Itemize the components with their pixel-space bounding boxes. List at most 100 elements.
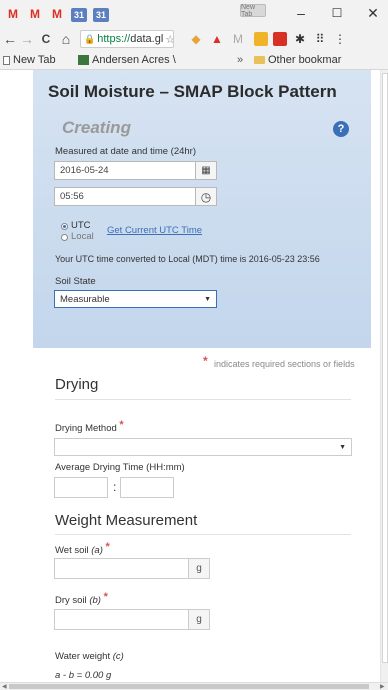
get-current-utc-link[interactable]: Get Current UTC Time	[107, 225, 202, 236]
maximize-icon: ☐	[331, 6, 343, 20]
address-bar[interactable]: 🔒 https://data.gl ☆	[80, 30, 174, 48]
required-note: indicates required sections or fields	[214, 359, 355, 369]
home-button[interactable]: ⌂	[59, 29, 73, 49]
scrollbar-thumb[interactable]	[9, 684, 369, 689]
tab-calendar-1[interactable]: 31	[71, 8, 87, 22]
dry-soil-unit: g	[188, 609, 210, 630]
required-star: *	[119, 419, 124, 431]
gmail-icon: M	[30, 7, 40, 21]
bookmark-other[interactable]: Other bookmar	[254, 54, 341, 66]
menu-button[interactable]: ⋮	[332, 31, 348, 47]
calendar-icon: 31	[73, 10, 84, 20]
help-icon[interactable]: ?	[333, 121, 349, 137]
time-separator: :	[113, 480, 117, 494]
drying-hours-input[interactable]	[54, 477, 108, 498]
time-input[interactable]: 05:56	[54, 187, 196, 206]
bookmarks-bar: New Tab Andersen Acres \ » Other bookmar	[0, 52, 388, 70]
apps-grid-icon[interactable]: ⠿	[312, 31, 328, 47]
forward-icon: →	[20, 31, 34, 47]
dry-soil-input[interactable]	[54, 609, 189, 630]
date-value: 2016-05-24	[60, 165, 109, 176]
map-icon	[78, 55, 89, 65]
time-value: 05:56	[60, 191, 84, 202]
soil-state-select[interactable]: Measurable ▼	[54, 290, 217, 308]
extension-icon-2[interactable]: ▲	[209, 31, 225, 47]
vertical-scrollbar[interactable]	[380, 70, 388, 682]
dry-soil-variable: (b)	[89, 595, 101, 606]
section-divider	[55, 399, 351, 400]
settings-gear-icon[interactable]: ✱	[292, 31, 308, 47]
water-weight-label: Water weight (c)	[55, 651, 124, 662]
page-title: Soil Moisture – SMAP Block Pattern	[48, 82, 337, 101]
close-button[interactable]: ✕	[358, 2, 388, 24]
tab-gmail-2[interactable]: M	[26, 6, 44, 22]
back-icon: ←	[3, 31, 17, 47]
bookmark-label: Andersen Acres \	[92, 54, 176, 66]
dry-soil-text: Dry soil	[55, 595, 87, 606]
forward-button[interactable]: →	[20, 29, 34, 49]
extension-gmail-icon[interactable]: M	[230, 31, 246, 47]
required-star: *	[203, 354, 208, 368]
bookmark-star-icon[interactable]: ☆	[165, 33, 173, 46]
timezone-local-radio[interactable]	[61, 234, 68, 241]
bookmark-andersen[interactable]: Andersen Acres \	[78, 54, 176, 66]
close-icon: ✕	[367, 4, 379, 21]
bookmarks-overflow[interactable]: »	[237, 54, 243, 66]
tab-gmail-1[interactable]: M	[4, 6, 22, 22]
scroll-right-icon[interactable]: ▶	[380, 683, 385, 690]
avg-drying-time-label: Average Drying Time (HH:mm)	[55, 462, 185, 473]
bookmark-new-tab[interactable]: New Tab	[3, 54, 56, 66]
wet-soil-input[interactable]	[54, 558, 189, 579]
scrollbar-thumb[interactable]	[382, 73, 388, 663]
timezone-local-label: Local	[71, 231, 94, 242]
calendar-icon: ▦	[201, 165, 211, 176]
url-scheme: https://	[97, 33, 131, 45]
date-input[interactable]: 2016-05-24	[54, 161, 196, 180]
minimize-button[interactable]: –	[286, 2, 316, 24]
timezone-utc-radio[interactable]	[61, 223, 68, 230]
menu-icon: ⋮	[334, 32, 346, 46]
extension-icon-1[interactable]: ◆	[188, 31, 204, 47]
calendar-button[interactable]: ▦	[195, 161, 217, 180]
scroll-left-icon[interactable]: ◀	[2, 683, 7, 690]
converted-time-text: Your UTC time converted to Local (MDT) t…	[55, 254, 320, 264]
wet-soil-text: Wet soil	[55, 545, 89, 556]
extension-icon-4[interactable]	[273, 32, 287, 46]
drying-minutes-input[interactable]	[120, 477, 174, 498]
page-icon	[3, 55, 10, 65]
minimize-icon: –	[297, 5, 305, 21]
clock-icon: ◷	[200, 189, 212, 204]
gmail-icon: M	[52, 7, 62, 21]
wet-soil-variable: (a)	[91, 545, 103, 556]
tab-gmail-3[interactable]: M	[48, 6, 66, 22]
extension-icon-3[interactable]	[254, 32, 268, 46]
tab-calendar-2[interactable]: 31	[93, 8, 109, 22]
wet-soil-unit: g	[188, 558, 210, 579]
weight-section-heading: Weight Measurement	[55, 512, 198, 529]
chevron-down-icon: ▼	[204, 296, 211, 303]
required-star: *	[103, 591, 108, 603]
clock-button[interactable]: ◷	[195, 187, 217, 206]
maximize-button[interactable]: ☐	[322, 2, 352, 24]
folder-icon	[254, 56, 265, 64]
drying-method-select[interactable]: ▼	[54, 438, 352, 456]
measured-at-label: Measured at date and time (24hr)	[55, 146, 196, 157]
horizontal-scrollbar[interactable]: ◀ ▶	[0, 682, 388, 690]
tab-label: New Tab	[241, 3, 256, 18]
reload-button[interactable]: C	[39, 29, 53, 49]
url-host: data.gl	[130, 33, 164, 45]
section-divider	[55, 534, 351, 535]
bookmark-label: New Tab	[13, 54, 56, 66]
required-star: *	[105, 541, 110, 553]
record-status: Creating	[62, 118, 131, 137]
back-button[interactable]: ←	[3, 29, 17, 49]
calendar-icon: 31	[95, 10, 106, 20]
bookmark-label: Other bookmar	[268, 54, 342, 66]
wet-soil-label: Wet soil (a) *	[55, 541, 110, 556]
tab-new-tab[interactable]: New Tab	[240, 3, 266, 18]
chevron-down-icon: ▼	[339, 444, 346, 451]
help-glyph: ?	[337, 123, 345, 135]
drying-method-label: Drying Method *	[55, 419, 124, 434]
browser-toolbar: ← → C ⌂ 🔒 https://data.gl ☆ ◆ ▲ M ✱ ⠿ ⋮	[0, 26, 388, 52]
gmail-icon: M	[8, 7, 18, 21]
